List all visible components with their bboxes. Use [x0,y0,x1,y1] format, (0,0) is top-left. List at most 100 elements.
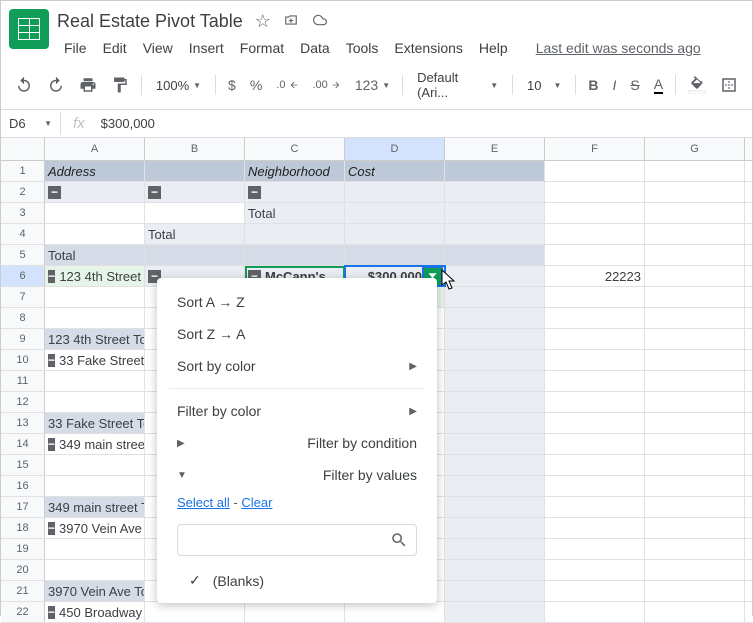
cell[interactable] [345,245,445,265]
row-header[interactable]: 20 [1,560,45,580]
cell[interactable] [645,581,745,601]
cell[interactable] [545,392,645,412]
row-header[interactable]: 22 [1,602,45,622]
undo-button[interactable] [9,70,39,100]
cell[interactable] [445,329,545,349]
filter-by-color[interactable]: Filter by color▶ [157,395,437,427]
cell[interactable] [545,434,645,454]
cell[interactable] [445,392,545,412]
clear-link[interactable]: Clear [241,495,272,510]
filter-search-input[interactable] [186,532,390,548]
cell[interactable] [45,287,145,307]
cell[interactable] [145,203,245,223]
collapse-icon[interactable]: − [48,606,55,619]
cell[interactable] [645,434,745,454]
cell[interactable] [45,371,145,391]
move-icon[interactable] [283,11,299,32]
cell[interactable]: Address [45,161,145,181]
cell[interactable] [645,161,745,181]
collapse-icon[interactable]: − [148,186,161,199]
select-all-link[interactable]: Select all [177,495,230,510]
cell[interactable] [545,602,645,622]
filter-by-values[interactable]: ▼Filter by values [157,459,437,491]
cell[interactable] [445,245,545,265]
cell[interactable] [445,518,545,538]
row-header[interactable]: 6 [1,266,45,286]
collapse-icon[interactable]: − [48,270,55,283]
row-header[interactable]: 17 [1,497,45,517]
cell[interactable] [545,182,645,202]
cell[interactable] [345,602,445,622]
print-button[interactable] [73,70,103,100]
cell[interactable] [545,455,645,475]
cell[interactable] [645,287,745,307]
cell[interactable] [45,224,145,244]
filter-value-blanks[interactable]: ✓ (Blanks) [157,566,437,595]
cell[interactable] [545,308,645,328]
zoom-select[interactable]: 100%▼ [148,74,209,97]
cell[interactable] [545,413,645,433]
cell[interactable] [545,581,645,601]
cell[interactable] [645,224,745,244]
cell[interactable] [545,329,645,349]
star-icon[interactable]: ☆ [255,11,271,32]
cell[interactable] [245,224,345,244]
menu-extensions[interactable]: Extensions [387,36,469,60]
row-header[interactable]: 1 [1,161,45,181]
cell[interactable] [445,182,545,202]
cell[interactable] [545,350,645,370]
cell[interactable] [645,413,745,433]
menu-insert[interactable]: Insert [182,36,231,60]
cell[interactable] [645,560,745,580]
cell[interactable] [645,266,745,286]
cell[interactable]: − [45,182,145,202]
cell[interactable]: 33 Fake Street Total [45,413,145,433]
cell[interactable] [645,308,745,328]
cell[interactable] [645,245,745,265]
col-header-G[interactable]: G [645,138,745,160]
collapse-icon[interactable]: − [48,186,61,199]
paint-format-button[interactable] [105,70,135,100]
cell[interactable]: Cost [345,161,445,181]
formula-value[interactable]: $300,000 [97,112,752,135]
cell[interactable] [445,371,545,391]
font-size-select[interactable]: 10▼ [519,74,569,97]
cell[interactable]: Total [45,245,145,265]
cell[interactable] [445,455,545,475]
cell[interactable] [145,245,245,265]
col-header-B[interactable]: B [145,138,245,160]
cell[interactable]: −123 4th Street [45,266,145,286]
doc-title[interactable]: Real Estate Pivot Table [57,11,243,32]
cell[interactable] [245,602,345,622]
collapse-icon[interactable]: − [48,522,55,535]
italic-button[interactable]: I [606,71,622,99]
menu-view[interactable]: View [136,36,180,60]
cell[interactable] [545,518,645,538]
decrease-decimal-button[interactable]: .0 [270,73,304,97]
menu-tools[interactable]: Tools [339,36,386,60]
row-header[interactable]: 7 [1,287,45,307]
cell[interactable] [445,560,545,580]
cell[interactable] [645,518,745,538]
cell[interactable] [245,245,345,265]
font-select[interactable]: Default (Ari...▼ [409,66,506,104]
cell[interactable] [145,602,245,622]
col-header-A[interactable]: A [45,138,145,160]
select-all-corner[interactable] [1,138,45,160]
cell[interactable] [45,203,145,223]
redo-button[interactable] [41,70,71,100]
cell[interactable] [445,581,545,601]
col-header-E[interactable]: E [445,138,545,160]
cell[interactable] [45,476,145,496]
row-header[interactable]: 5 [1,245,45,265]
filter-by-condition[interactable]: ▶Filter by condition [157,427,437,459]
cell[interactable] [545,224,645,244]
row-header[interactable]: 11 [1,371,45,391]
cell[interactable] [445,287,545,307]
row-header[interactable]: 16 [1,476,45,496]
cell[interactable] [645,329,745,349]
cell[interactable] [545,560,645,580]
cell[interactable] [345,224,445,244]
sort-by-color[interactable]: Sort by color▶ [157,350,437,382]
cell[interactable] [445,203,545,223]
